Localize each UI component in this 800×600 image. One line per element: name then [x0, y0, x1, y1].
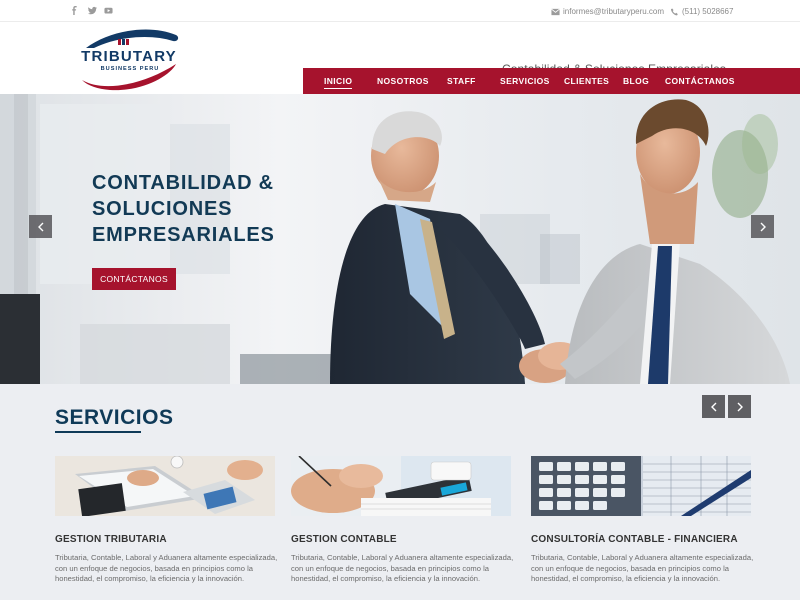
phone-contact[interactable]: (511) 5028667: [670, 7, 733, 16]
email-text: informes@tributaryperu.com: [563, 7, 665, 16]
hero-prev-button[interactable]: [29, 215, 52, 238]
service-card-title: CONSULTORÍA CONTABLE - FINANCIERA: [531, 534, 738, 545]
service-card-text: Tributaria, Contable, Laboral y Aduanera…: [55, 553, 278, 583]
twitter-icon[interactable]: [85, 4, 99, 16]
services-next-button[interactable]: [728, 395, 751, 418]
phone-text: (511) 5028667: [682, 7, 734, 16]
chevron-left-icon: [710, 402, 716, 411]
service-card-text: Tributaria, Contable, Laboral y Aduanera…: [531, 553, 754, 583]
phone-icon: [670, 7, 678, 15]
hero-contact-button[interactable]: CONTÁCTANOS: [92, 268, 176, 290]
svg-text:BUSINESS PERU: BUSINESS PERU: [101, 66, 160, 72]
service-image-calculator: [291, 456, 511, 516]
nav-item-inicio[interactable]: INICIO: [324, 68, 353, 94]
nav-item-servicios[interactable]: SERVICIOS: [500, 68, 550, 94]
email-contact[interactable]: informes@tributaryperu.com: [551, 7, 664, 16]
chevron-right-icon: [760, 222, 766, 231]
services-title-underline: [55, 431, 141, 433]
main-navigation: INICIO NOSOTROS STAFF SERVICIOS CLIENTES…: [303, 68, 800, 94]
service-card-text: Tributaria, Contable, Laboral y Aduanera…: [291, 553, 514, 583]
hero-slider: CONTABILIDAD & SOLUCIONES EMPRESARIALES …: [0, 94, 800, 384]
youtube-icon[interactable]: [101, 4, 115, 16]
hero-next-button[interactable]: [751, 215, 774, 238]
services-section: SERVICIOS GESTION TRIBUTARIA Tributaria,…: [0, 384, 800, 600]
hero-title: CONTABILIDAD & SOLUCIONES EMPRESARIALES: [92, 172, 275, 246]
services-prev-button[interactable]: [702, 395, 725, 418]
chevron-left-icon: [37, 222, 43, 231]
nav-item-clientes[interactable]: CLIENTES: [564, 68, 609, 94]
service-card[interactable]: CONSULTORÍA CONTABLE - FINANCIERA Tribut…: [531, 456, 753, 585]
service-card[interactable]: GESTION TRIBUTARIA Tributaria, Contable,…: [55, 456, 277, 585]
nav-item-contactanos[interactable]: CONTÁCTANOS: [665, 68, 735, 94]
nav-item-blog[interactable]: BLOG: [623, 68, 649, 94]
services-title: SERVICIOS: [55, 406, 174, 429]
company-logo[interactable]: TRIBUTARY BUSINESS PERU: [72, 26, 188, 92]
top-bar: informes@tributaryperu.com (511) 5028667: [0, 0, 800, 22]
chevron-right-icon: [737, 402, 743, 411]
nav-item-nosotros[interactable]: NOSOTROS: [377, 68, 429, 94]
service-card-title: GESTION TRIBUTARIA: [55, 534, 167, 545]
facebook-icon[interactable]: [67, 4, 81, 16]
service-image-laptop: [55, 456, 275, 516]
service-card[interactable]: GESTION CONTABLE Tributaria, Contable, L…: [291, 456, 513, 585]
nav-item-staff[interactable]: STAFF: [447, 68, 476, 94]
service-image-keypad: [531, 456, 751, 516]
service-card-title: GESTION CONTABLE: [291, 534, 397, 545]
svg-text:TRIBUTARY: TRIBUTARY: [81, 48, 177, 65]
envelope-icon: [551, 8, 560, 15]
